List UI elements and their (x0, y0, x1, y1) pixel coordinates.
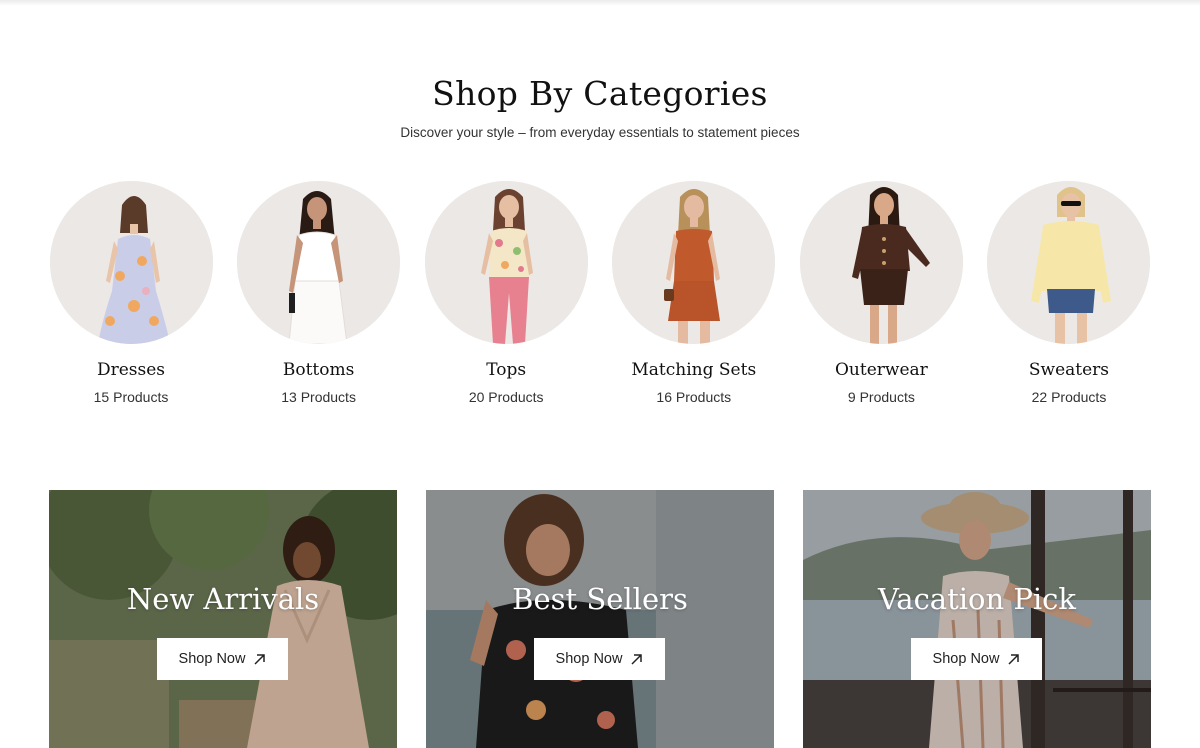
shop-now-button[interactable]: Shop Now (157, 638, 288, 680)
banner-new-arrivals[interactable]: New Arrivals Shop Now (49, 490, 397, 748)
shop-now-label: Shop Now (932, 651, 1000, 667)
category-name[interactable]: Dresses (97, 360, 165, 380)
category-dresses[interactable]: Dresses 15 Products (49, 181, 213, 421)
category-name[interactable]: Matching Sets (631, 360, 756, 380)
section-title: Shop By Categories (432, 74, 768, 113)
bottoms-model-image[interactable] (237, 181, 401, 344)
category-count: 13 Products (281, 389, 356, 405)
outerwear-model-image[interactable] (799, 181, 963, 344)
category-count: 16 Products (656, 389, 732, 405)
category-sweaters[interactable]: Sweaters 22 Products (987, 181, 1151, 421)
category-name[interactable]: Sweaters (1029, 360, 1109, 380)
category-bottoms[interactable]: Bottoms 13 Products (237, 181, 401, 421)
promo-banners: New Arrivals Shop Now Best Sellers Shop … (49, 490, 1151, 748)
category-name[interactable]: Tops (486, 360, 526, 380)
shop-now-label: Shop Now (555, 651, 623, 667)
banner-best-sellers[interactable]: Best Sellers Shop Now (426, 490, 774, 748)
category-count: 20 Products (468, 389, 544, 405)
arrow-up-right-icon (254, 653, 266, 665)
dress-model-image[interactable] (49, 181, 213, 344)
category-count: 22 Products (1031, 389, 1107, 405)
category-matching-sets[interactable]: Matching Sets 16 Products (612, 181, 776, 421)
banner-vacation-pick[interactable]: Vacation Pick Shop Now (803, 490, 1151, 748)
header-shadow (0, 0, 1200, 6)
banner-title: Vacation Pick (878, 582, 1076, 616)
shop-now-label: Shop Now (178, 651, 246, 667)
banner-title: New Arrivals (126, 582, 320, 616)
banner-title: Best Sellers (512, 582, 688, 616)
shop-now-button[interactable]: Shop Now (534, 638, 665, 680)
matching-sets-model-image[interactable] (612, 181, 776, 344)
category-list: Dresses 15 Products Bottoms 13 Products (49, 181, 1151, 421)
category-name[interactable]: Outerwear (835, 360, 928, 380)
tops-model-image[interactable] (424, 181, 588, 344)
section-subtitle: Discover your style – from everyday esse… (400, 125, 800, 140)
arrow-up-right-icon (1008, 653, 1020, 665)
sweaters-model-image[interactable] (987, 181, 1151, 344)
category-name[interactable]: Bottoms (283, 360, 354, 380)
category-count: 15 Products (93, 389, 169, 405)
category-outerwear[interactable]: Outerwear 9 Products (799, 181, 963, 421)
category-count: 9 Products (847, 389, 915, 405)
shop-now-button[interactable]: Shop Now (911, 638, 1042, 680)
category-tops[interactable]: Tops 20 Products (424, 181, 588, 421)
arrow-up-right-icon (631, 653, 643, 665)
